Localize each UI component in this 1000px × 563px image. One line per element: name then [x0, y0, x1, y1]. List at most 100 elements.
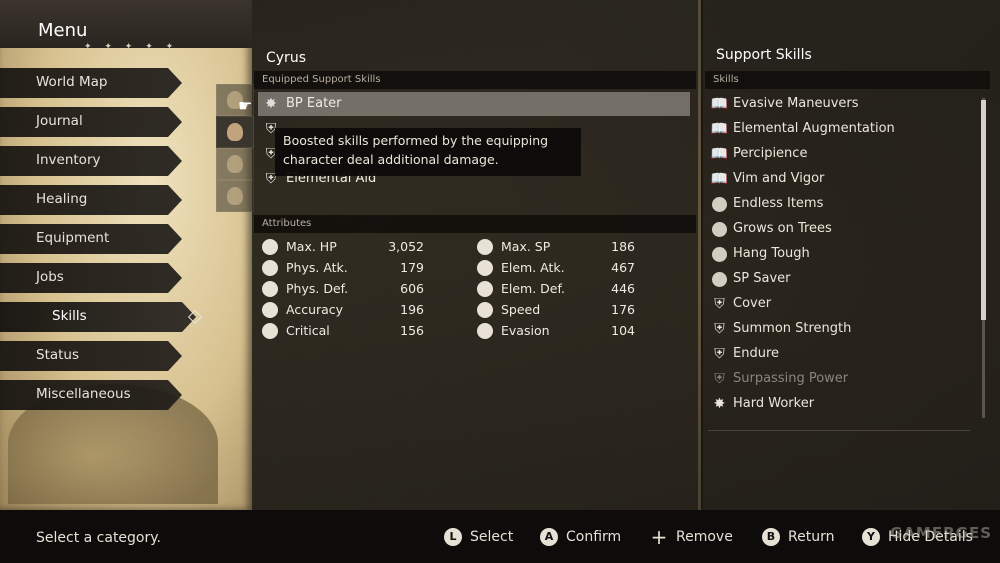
- attribute-value: 446: [611, 281, 635, 296]
- support-skill-item[interactable]: ⛨ Surpassing Power: [708, 367, 978, 392]
- character-name: Cyrus: [266, 50, 306, 66]
- attribute-value: 176: [611, 302, 635, 317]
- menu-item-miscellaneous[interactable]: Miscellaneous: [0, 380, 182, 410]
- menu-ornament: ✦ ✦ ✦ ✦ ✦: [84, 42, 179, 52]
- attribute-name: Phys. Def.: [286, 281, 349, 296]
- support-skill-label: Endless Items: [733, 196, 824, 211]
- support-skill-label: Vim and Vigor: [733, 171, 825, 186]
- attribute-row: Max. HP 3,052: [262, 238, 432, 258]
- party-portrait[interactable]: [216, 148, 254, 180]
- support-skill-item[interactable]: Grows on Trees: [708, 217, 978, 242]
- menu-item-label: Equipment: [36, 230, 110, 246]
- menu-item-skills[interactable]: Skills: [0, 302, 196, 332]
- elem-def-icon: [477, 281, 493, 297]
- coin-icon: [712, 197, 727, 212]
- attributes-header: Attributes: [254, 215, 696, 233]
- menu-item-jobs[interactable]: Jobs: [0, 263, 182, 293]
- control-label: Return: [788, 529, 835, 545]
- menu-item-equipment[interactable]: Equipment: [0, 224, 182, 254]
- coin-icon: [712, 272, 727, 287]
- support-skill-item[interactable]: Endless Items: [708, 192, 978, 217]
- attribute-value: 3,052: [388, 239, 424, 254]
- support-skill-label: Grows on Trees: [733, 221, 832, 236]
- party-portrait[interactable]: [216, 116, 254, 148]
- target-icon: [262, 302, 278, 318]
- attribute-value: 104: [611, 323, 635, 338]
- tooltip-line: Boosted skills performed by the equippin…: [283, 133, 549, 148]
- support-skill-item[interactable]: 📖 Percipience: [708, 142, 978, 167]
- menu-header: Menu ✦ ✦ ✦ ✦ ✦: [0, 0, 252, 52]
- support-skill-item[interactable]: Hang Tough: [708, 242, 978, 267]
- support-skill-label: Elemental Augmentation: [733, 121, 895, 136]
- control-label: Remove: [676, 529, 733, 545]
- footer-hint: Select a category.: [36, 530, 161, 546]
- control-return[interactable]: B Return: [762, 528, 834, 550]
- book-icon: 📖: [710, 146, 729, 162]
- support-skill-item[interactable]: 📖 Vim and Vigor: [708, 167, 978, 192]
- portrait-face-icon: [227, 123, 243, 141]
- attribute-row: Phys. Atk. 179: [262, 259, 432, 279]
- menu-item-label: Healing: [36, 191, 88, 207]
- skills-scrollbar-thumb[interactable]: [981, 100, 986, 320]
- menu-item-healing[interactable]: Healing: [0, 185, 182, 215]
- attribute-name: Max. SP: [501, 239, 551, 254]
- attribute-value: 179: [400, 260, 424, 275]
- a-button-icon: A: [540, 528, 558, 546]
- shield-icon: ⛨: [714, 296, 725, 312]
- support-skill-item[interactable]: 📖 Elemental Augmentation: [708, 117, 978, 142]
- attribute-name: Evasion: [501, 323, 550, 338]
- control-confirm[interactable]: A Confirm: [540, 528, 621, 550]
- control-select[interactable]: L Select: [444, 528, 513, 550]
- divider: [708, 430, 970, 431]
- support-skill-item[interactable]: ⛨ Cover: [708, 292, 978, 317]
- book-icon: 📖: [710, 96, 729, 112]
- menu-item-world-map[interactable]: World Map: [0, 68, 182, 98]
- coin-icon: [712, 222, 727, 237]
- menu-item-label: Inventory: [36, 152, 101, 168]
- equipped-skills-header: Equipped Support Skills: [254, 71, 696, 89]
- support-skill-item[interactable]: ⛨ Endure: [708, 342, 978, 367]
- b-button-icon: B: [762, 528, 780, 546]
- burst-icon: [262, 323, 278, 339]
- support-skill-item[interactable]: ✸ Hard Worker: [708, 392, 978, 417]
- attribute-row: Accuracy 196: [262, 301, 432, 321]
- support-skill-label: Evasive Maneuvers: [733, 96, 859, 111]
- portrait-face-icon: [227, 155, 243, 173]
- support-skill-item[interactable]: ⛨ Summon Strength: [708, 317, 978, 342]
- heart-icon: [262, 239, 278, 255]
- menu-item-journal[interactable]: Journal: [0, 107, 182, 137]
- sparkle-icon: ✸: [265, 96, 277, 112]
- skills-list-header: Skills: [705, 71, 990, 89]
- support-skill-item[interactable]: SP Saver: [708, 267, 978, 292]
- support-skill-item[interactable]: 📖 Evasive Maneuvers: [708, 92, 978, 117]
- attribute-value: 186: [611, 239, 635, 254]
- support-skills-title: Support Skills: [716, 47, 812, 63]
- evasion-icon: [477, 323, 493, 339]
- tooltip-line: character deal additional damage.: [283, 152, 499, 167]
- skill-description-tooltip: Boosted skills performed by the equippin…: [275, 128, 581, 176]
- guard-icon: [262, 281, 278, 297]
- shield-icon: ⛨: [714, 346, 725, 362]
- support-skill-label: Hard Worker: [733, 396, 815, 411]
- menu-item-label: Status: [36, 347, 80, 363]
- attribute-value: 196: [400, 302, 424, 317]
- attribute-name: Phys. Atk.: [286, 260, 348, 275]
- party-portrait[interactable]: [216, 180, 254, 212]
- portrait-face-icon: [227, 187, 243, 205]
- menu-item-label: Miscellaneous: [36, 386, 131, 402]
- fist-icon: [262, 260, 278, 276]
- control-remove[interactable]: + Remove: [650, 527, 733, 550]
- control-label: Select: [470, 529, 514, 545]
- menu-item-status[interactable]: Status: [0, 341, 182, 371]
- sp-icon: [477, 239, 493, 255]
- menu-item-inventory[interactable]: Inventory: [0, 146, 182, 176]
- menu-item-label: Journal: [36, 113, 83, 129]
- support-skill-label: Hang Tough: [733, 246, 810, 261]
- coin-icon: [712, 247, 727, 262]
- attribute-row: Speed 176: [477, 301, 647, 321]
- attribute-value: 467: [611, 260, 635, 275]
- attribute-name: Max. HP: [286, 239, 337, 254]
- menu-item-label: Jobs: [36, 269, 64, 285]
- equipped-skill-slot[interactable]: ✸ BP Eater: [258, 92, 690, 116]
- attribute-row: Evasion 104: [477, 322, 647, 342]
